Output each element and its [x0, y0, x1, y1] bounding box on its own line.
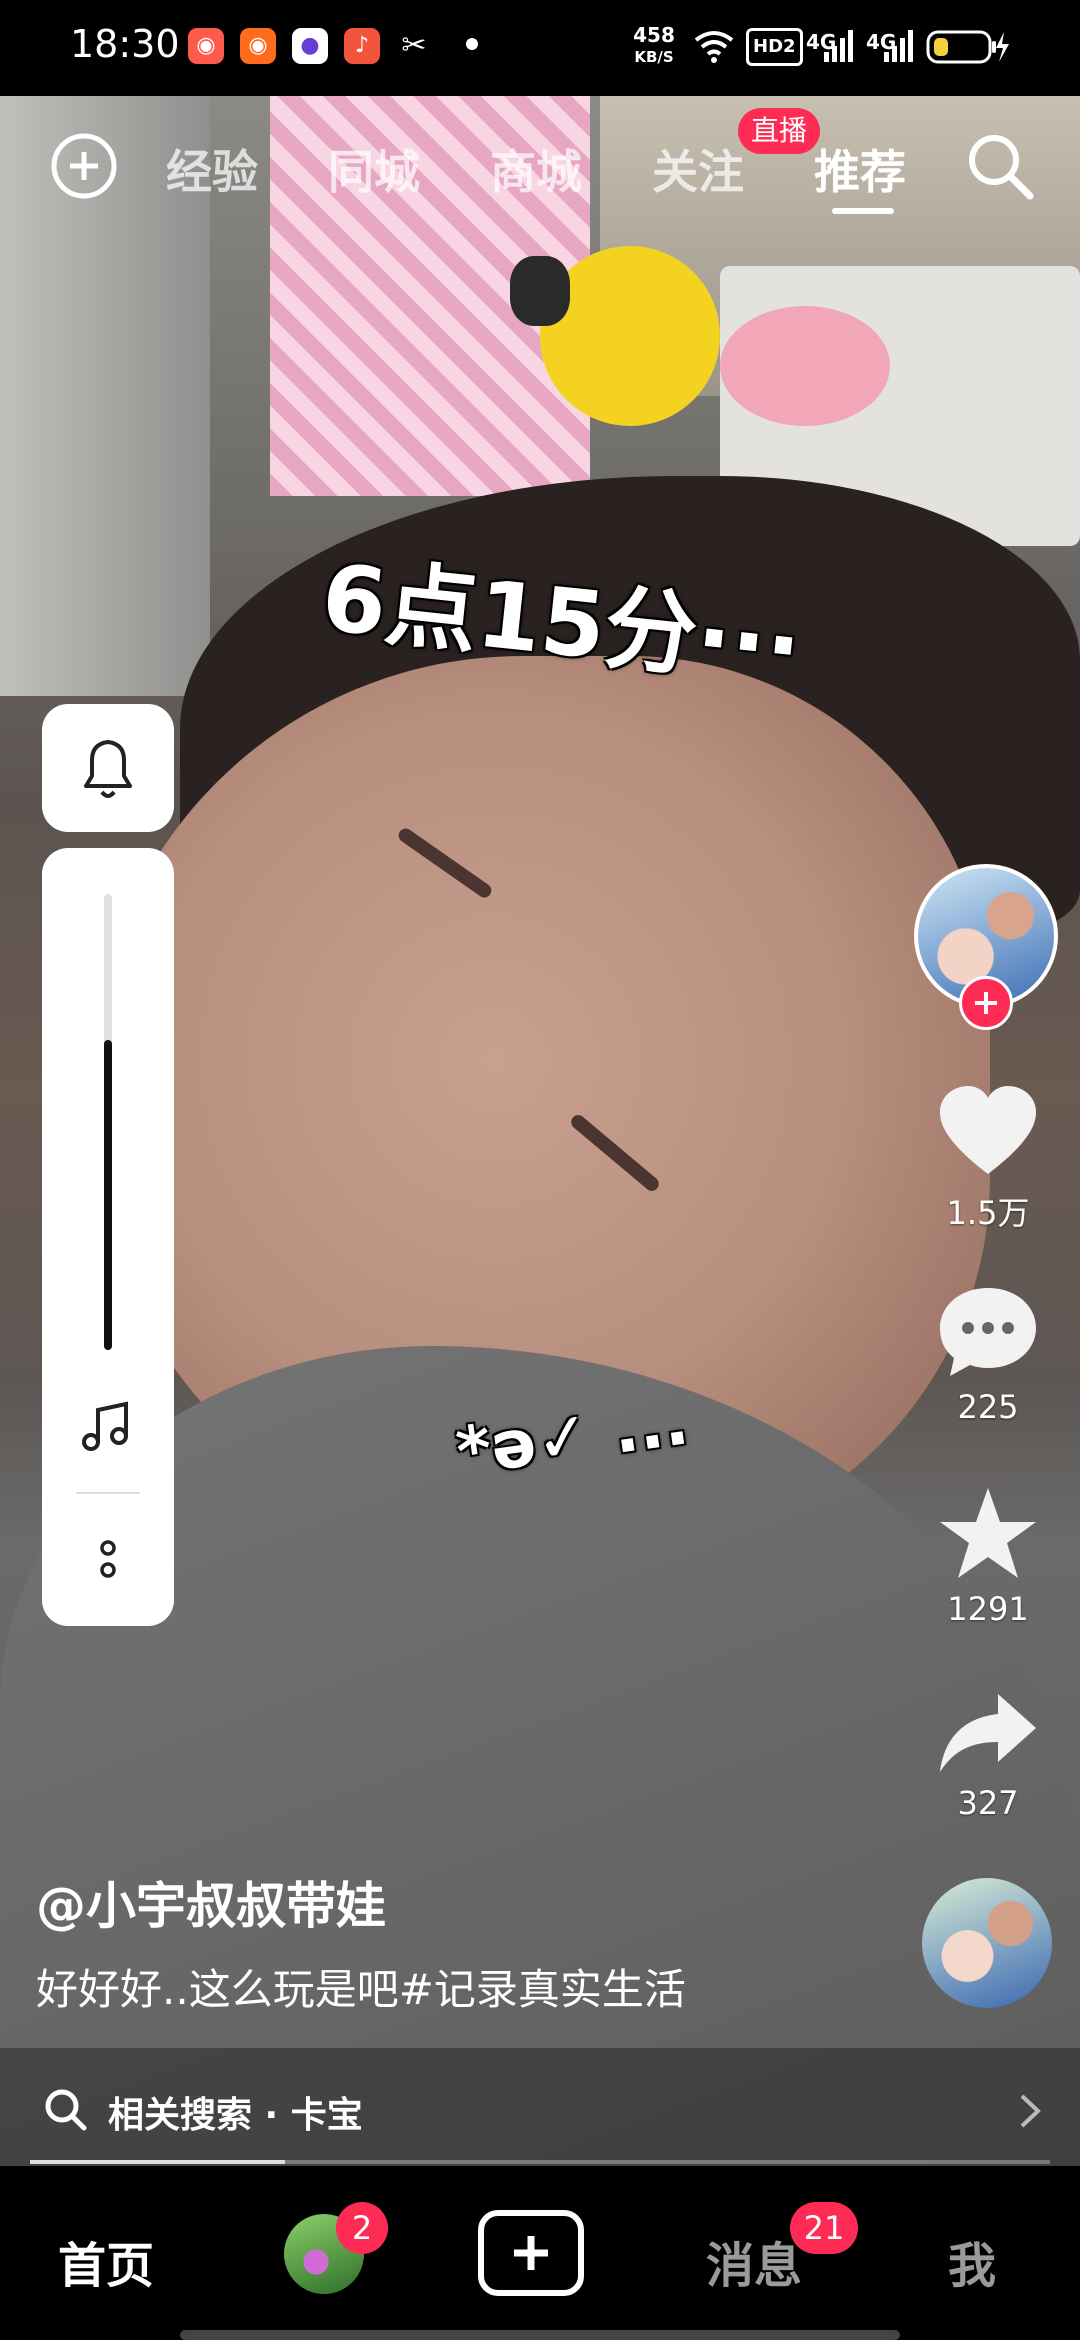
chevron-right-icon	[1020, 2094, 1041, 2128]
related-search-label: 相关搜索 · 卡宝	[108, 2095, 363, 2136]
wifi-icon	[694, 31, 734, 63]
create-plus-icon[interactable]	[478, 2210, 584, 2296]
notification-dot-icon	[466, 38, 478, 50]
tab-experience[interactable]: 经验	[166, 136, 258, 202]
comment-count: 225	[957, 1388, 1019, 1426]
nav-home[interactable]: 首页	[58, 2226, 154, 2296]
post-caption[interactable]: 好好好..这么玩是吧#记录真实生活	[36, 1956, 686, 2017]
search-icon[interactable]	[960, 126, 1040, 206]
toy-foot	[510, 256, 570, 326]
notification-toggle[interactable]	[42, 704, 174, 832]
battery-icon	[926, 30, 1009, 64]
net-speed: 458 KB/S	[633, 23, 675, 66]
bell-icon	[84, 740, 132, 798]
plus-circle-icon[interactable]	[48, 130, 120, 202]
toy	[720, 306, 890, 426]
tab-following[interactable]: 关注	[652, 136, 744, 202]
nav-me[interactable]: 我	[948, 2226, 996, 2296]
favorite-count: 1291	[947, 1590, 1029, 1628]
tab-indicator	[832, 208, 894, 214]
status-time: 18:30	[70, 22, 180, 66]
friends-badge: 2	[336, 2202, 388, 2254]
music-note-icon[interactable]	[76, 1396, 140, 1460]
browser-icon: ●	[292, 28, 328, 64]
search-icon	[45, 2089, 87, 2131]
home-indicator	[180, 2330, 900, 2340]
star-icon[interactable]	[936, 1484, 1040, 1584]
signal-icon	[824, 30, 853, 62]
signal-icon	[884, 30, 913, 62]
kuaishou-icon: ◉	[188, 28, 224, 64]
volume-slider-fill[interactable]	[104, 1040, 112, 1350]
author-name[interactable]: @小宇叔叔带娃	[36, 1866, 386, 1938]
divider	[76, 1492, 140, 1494]
more-dots-icon[interactable]	[88, 1536, 128, 1586]
messages-badge: 21	[790, 2202, 858, 2254]
kuaishou-icon: ◉	[240, 28, 276, 64]
like-count: 1.5万	[946, 1194, 1030, 1232]
comment-icon[interactable]	[936, 1284, 1040, 1380]
music-disc-avatar[interactable]	[922, 1878, 1052, 2008]
nav-messages[interactable]: 消息	[706, 2226, 802, 2296]
capcut-icon: ✂	[396, 28, 432, 64]
hd-icon: HD2	[746, 28, 803, 66]
playback-progress-fill	[30, 2160, 285, 2164]
live-badge: 直播	[738, 108, 820, 154]
share-count: 327	[957, 1784, 1019, 1822]
music-icon: ♪	[344, 28, 380, 64]
tab-local[interactable]: 同城	[328, 136, 420, 202]
heart-icon[interactable]	[936, 1084, 1040, 1180]
tab-mall[interactable]: 商城	[490, 136, 582, 202]
tab-recommend[interactable]: 推荐	[814, 136, 906, 202]
share-icon[interactable]	[936, 1688, 1040, 1778]
follow-plus-icon[interactable]	[959, 976, 1013, 1030]
